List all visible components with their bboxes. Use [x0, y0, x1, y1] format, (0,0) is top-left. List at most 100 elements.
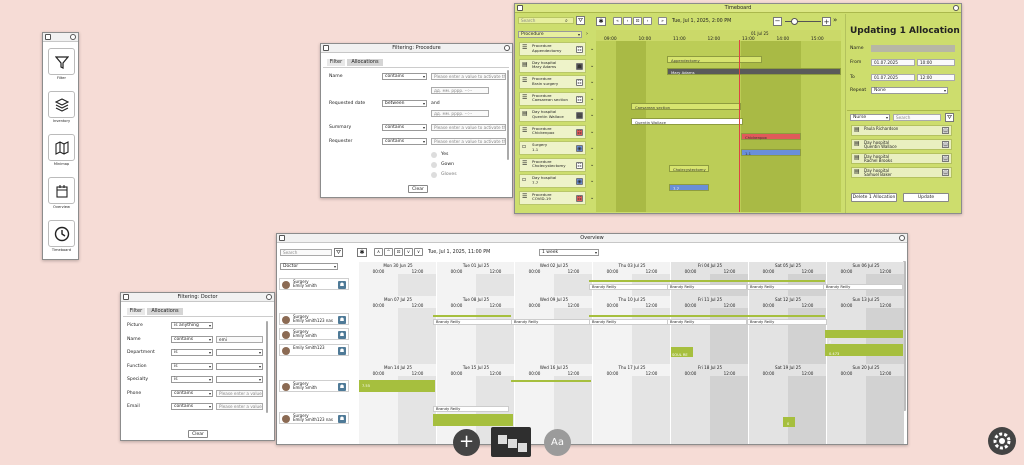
scrollbar[interactable]	[266, 321, 268, 413]
filter-value-input[interactable]: emi	[216, 335, 263, 343]
timeboard-list-item[interactable]: ☰ Procedure Appendectomy ☷	[519, 42, 586, 56]
tab-allocations[interactable]: Allocations	[347, 59, 383, 66]
up-button[interactable]: ^	[384, 248, 393, 256]
to-time-input[interactable]: 12:00	[917, 74, 955, 81]
text-style-button[interactable]: Aa	[544, 429, 571, 456]
role-select[interactable]: Nurse	[850, 114, 890, 121]
person-item[interactable]: ▤ Paula Richardson ▤	[851, 125, 952, 136]
freeze-icon[interactable]: ✱	[357, 248, 367, 257]
chevron-down-icon[interactable]: ⌄	[590, 79, 594, 85]
overview-search-input[interactable]: Search	[280, 249, 332, 256]
tool-inventory[interactable]: Inventory	[47, 91, 76, 123]
overview-titlebar[interactable]: Overview	[277, 234, 907, 243]
chevron-down-icon[interactable]: ⌄	[590, 195, 594, 201]
timeboard-list-item[interactable]: ▫ Surgery 1.1 ◉	[519, 141, 586, 155]
chevron-down-icon[interactable]: ⌄	[590, 162, 594, 168]
chevron-down-icon[interactable]: ⌄	[590, 129, 594, 135]
chevron-down-icon[interactable]: ⌄	[590, 46, 594, 52]
allocation-bar[interactable]: Brandy Reilly	[823, 284, 903, 290]
window-icon[interactable]	[323, 45, 329, 51]
allocation-bar[interactable]	[589, 280, 825, 282]
timeboard-list-item[interactable]: ▤ Day hospital Quentin Wallace ▤	[519, 108, 586, 122]
group-select[interactable]: Doctor	[280, 263, 338, 270]
name-input[interactable]	[871, 45, 955, 52]
to-date-input[interactable]: 01.07.2025	[871, 74, 915, 81]
radio-gown[interactable]	[431, 162, 437, 168]
window-icon[interactable]	[279, 235, 285, 241]
close-icon[interactable]	[953, 5, 959, 11]
close-icon[interactable]	[504, 45, 510, 51]
name-input[interactable]: Please enter a value to activate th	[431, 73, 506, 80]
freeze-icon[interactable]: ✱	[596, 17, 606, 26]
allocation-bar[interactable]	[589, 315, 825, 317]
last-button[interactable]: »	[658, 17, 667, 25]
zoom-out-button[interactable]: −	[773, 17, 782, 26]
filter-value-select[interactable]	[216, 362, 263, 370]
filter-operator-select[interactable]: contains	[171, 389, 213, 397]
today-button[interactable]: ⊡	[394, 248, 403, 256]
timeboard-list-item[interactable]: ☰ Procedure COVID-19 ☷	[519, 190, 586, 205]
scrollbar[interactable]	[507, 70, 509, 160]
summary-input[interactable]: Please enter a value to activate th	[431, 124, 506, 131]
filter-value-input[interactable]: Please enter a value	[216, 403, 263, 410]
close-icon[interactable]	[70, 34, 76, 40]
add-button[interactable]: +	[453, 429, 480, 456]
filter-operator-select[interactable]: is	[171, 376, 213, 383]
allocation-bar[interactable]: Brandy Reilly	[667, 284, 747, 290]
close-icon[interactable]	[266, 294, 272, 300]
close-icon[interactable]	[899, 235, 905, 241]
summary-operator-select[interactable]: contains	[382, 124, 427, 131]
timeboard-list-item[interactable]: ☰ Procedure Caesarean section ☷	[519, 91, 586, 106]
tab-filter[interactable]: Filter	[127, 308, 145, 315]
person-item[interactable]: ▤ Day hospital Rachel Brooks ▤	[851, 153, 952, 164]
allocation-bar[interactable]: Brandy Reilly	[433, 406, 509, 412]
tool-overview[interactable]: Overview	[47, 177, 76, 209]
tool-timeboard[interactable]: Timeboard	[47, 220, 76, 252]
filter-doctor-titlebar[interactable]: Filtering: Doctor	[121, 293, 274, 302]
radio-yes[interactable]	[431, 152, 437, 158]
next-button[interactable]: ›	[643, 17, 652, 25]
timeboard-bar[interactable]: 1.1	[741, 149, 801, 156]
resource-row[interactable]: Surgery Emily Smith ☗	[279, 328, 349, 340]
allocation-bar[interactable]: Brandy Reilly	[433, 319, 513, 325]
filter-value-select[interactable]	[216, 349, 263, 356]
tool-palette-titlebar[interactable]	[43, 33, 78, 42]
tab-allocations[interactable]: Allocations	[147, 308, 183, 315]
timeboard-bar[interactable]: Mary Adams	[667, 68, 841, 75]
group-select[interactable]: Procedure	[518, 31, 582, 38]
double-chevron-right-icon[interactable]: »	[833, 16, 837, 24]
name-operator-select[interactable]: contains	[382, 73, 427, 80]
chevron-down-icon[interactable]: ⌄	[590, 145, 594, 151]
timeboard-list-item[interactable]: ▤ Day hospital Mary Adams ☗	[519, 58, 586, 73]
filter-operator-select[interactable]: is	[171, 362, 213, 370]
delete-allocation-button[interactable]: Delete 1 Allocation	[851, 193, 897, 202]
radio-gloves[interactable]	[431, 172, 437, 178]
home-icon[interactable]	[45, 34, 51, 40]
layout-toggle-button[interactable]	[491, 427, 531, 457]
chevron-down-icon[interactable]: ⌄	[590, 178, 594, 184]
window-icon[interactable]	[123, 294, 129, 300]
tab-filter[interactable]: Filter	[327, 59, 345, 66]
timeboard-bar[interactable]: Chickenpox	[741, 133, 801, 140]
from-date-input[interactable]: 01.07.2025	[871, 59, 915, 66]
chevron-down-icon[interactable]: ⌄	[590, 112, 594, 118]
resource-row[interactable]: Surgery Emily Smith ☗	[279, 380, 349, 392]
date-operator-select[interactable]: between	[382, 100, 427, 107]
resource-row[interactable]: Surgery Emily Smith123 nas ☗	[279, 313, 349, 325]
clear-button[interactable]: Clear	[408, 185, 428, 193]
allocation-bar[interactable]: Brandy Reilly	[747, 284, 827, 290]
allocation-bar[interactable]: Brandy Reilly	[511, 319, 591, 325]
allocation-bar[interactable]	[433, 315, 511, 317]
chevron-down-icon[interactable]: ⌄	[590, 96, 594, 102]
timeboard-bar[interactable]: 7.7	[669, 184, 709, 191]
filter-icon[interactable]: ⛛	[334, 248, 343, 257]
timeboard-bar[interactable]: Quentin Wallace	[631, 118, 743, 125]
repeat-select[interactable]: None	[871, 87, 948, 94]
filter-operator-select[interactable]: contains	[171, 403, 213, 410]
allocation-bar[interactable]: Brandy Reilly	[747, 319, 827, 325]
settings-button[interactable]	[988, 427, 1016, 455]
filter-operator-select[interactable]: is anything	[171, 322, 213, 329]
tool-minimap[interactable]: Minimap	[47, 134, 76, 166]
from-time-input[interactable]: 10:00	[917, 59, 955, 66]
prev-button[interactable]: ∧	[374, 248, 383, 256]
